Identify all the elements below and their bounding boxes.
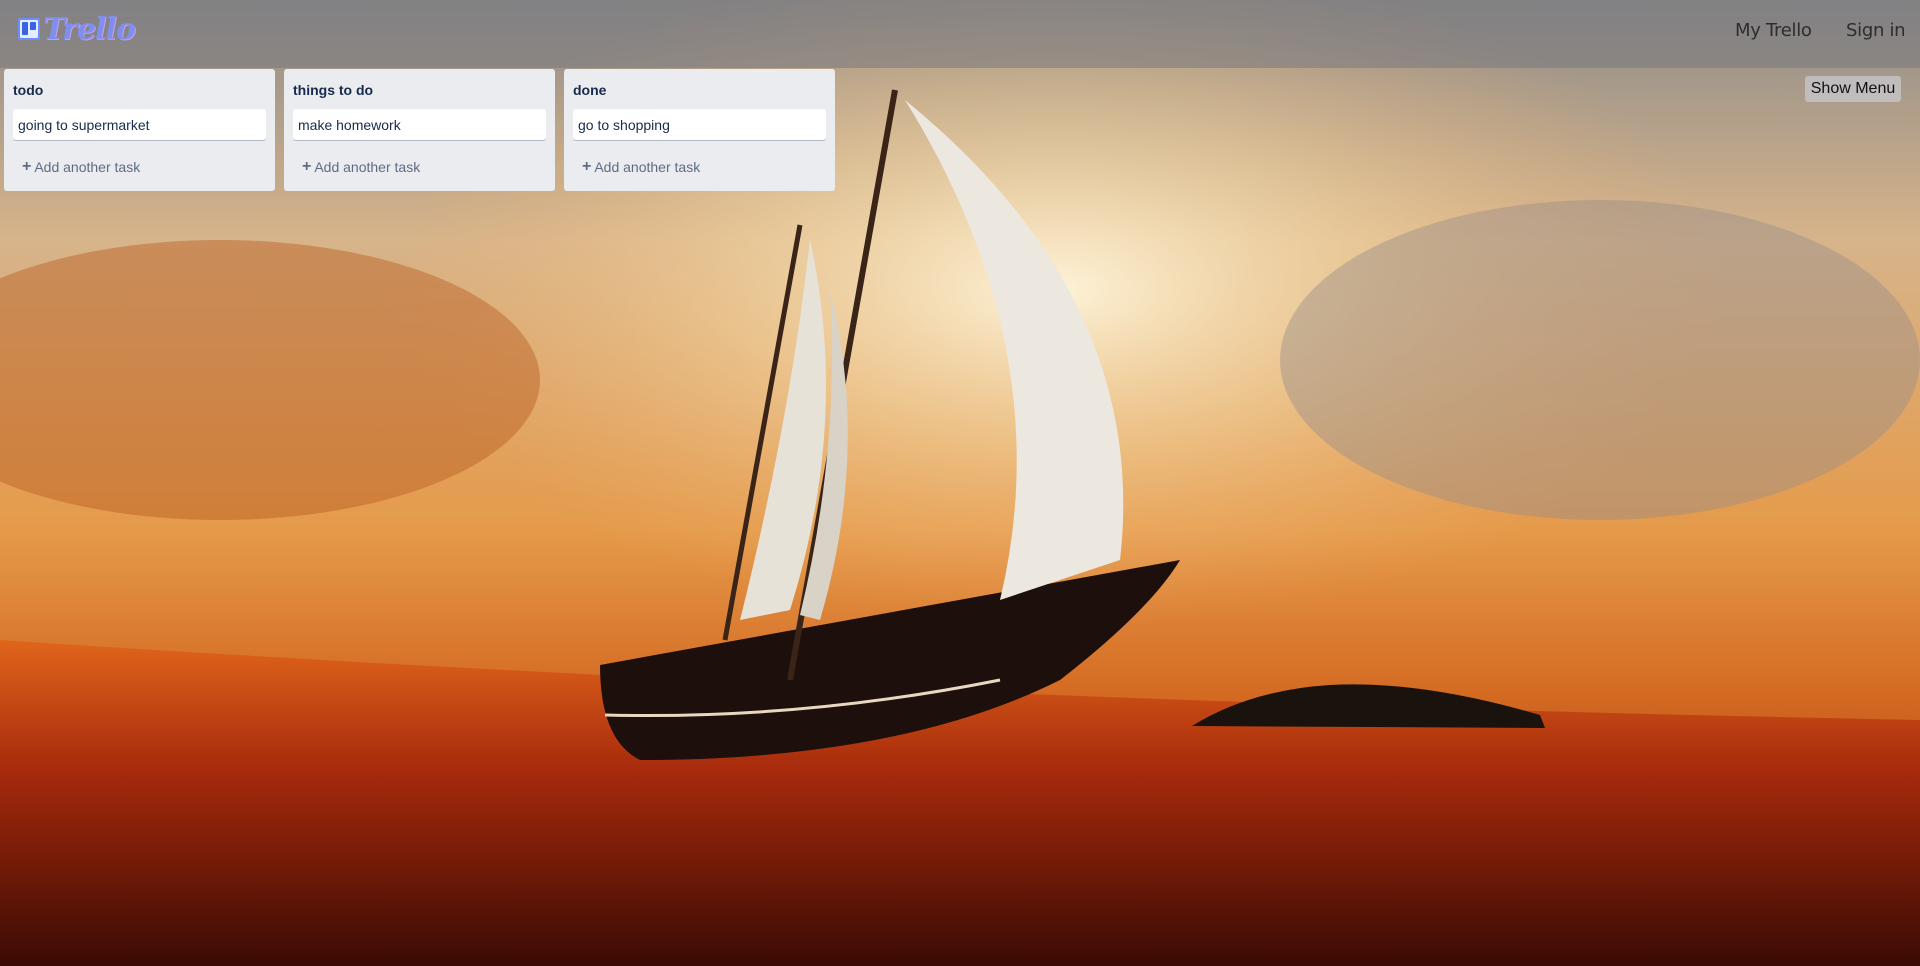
list-todo: todo going to supermarket + Add another … xyxy=(4,69,275,191)
trello-board-icon xyxy=(18,18,40,40)
task-card[interactable]: going to supermarket xyxy=(13,109,266,140)
add-task-label: Add another task xyxy=(314,159,421,175)
top-bar xyxy=(0,0,1920,68)
list-title[interactable]: done xyxy=(573,82,606,98)
show-menu-button[interactable]: Show Menu xyxy=(1805,76,1901,102)
add-task-label: Add another task xyxy=(594,159,701,175)
plus-icon: + xyxy=(302,158,312,175)
plus-icon: + xyxy=(22,158,32,175)
sign-in-link[interactable]: Sign in xyxy=(1846,20,1906,41)
card-text: go to shopping xyxy=(578,117,670,133)
logo-text: Trello xyxy=(43,11,136,47)
trello-logo[interactable]: Trello xyxy=(18,11,136,47)
my-trello-link[interactable]: My Trello xyxy=(1735,20,1812,41)
add-task-label: Add another task xyxy=(34,159,141,175)
card-text: make homework xyxy=(298,117,401,133)
card-text: going to supermarket xyxy=(18,117,150,133)
task-card[interactable]: make homework xyxy=(293,109,546,140)
add-task-button[interactable]: + Add another task xyxy=(22,158,140,176)
list-title[interactable]: todo xyxy=(13,82,43,98)
list-things-to-do: things to do make homework + Add another… xyxy=(284,69,555,191)
list-title[interactable]: things to do xyxy=(293,82,373,98)
plus-icon: + xyxy=(582,158,592,175)
add-task-button[interactable]: + Add another task xyxy=(302,158,420,176)
list-done: done go to shopping + Add another task xyxy=(564,69,835,191)
add-task-button[interactable]: + Add another task xyxy=(582,158,700,176)
task-card[interactable]: go to shopping xyxy=(573,109,826,140)
